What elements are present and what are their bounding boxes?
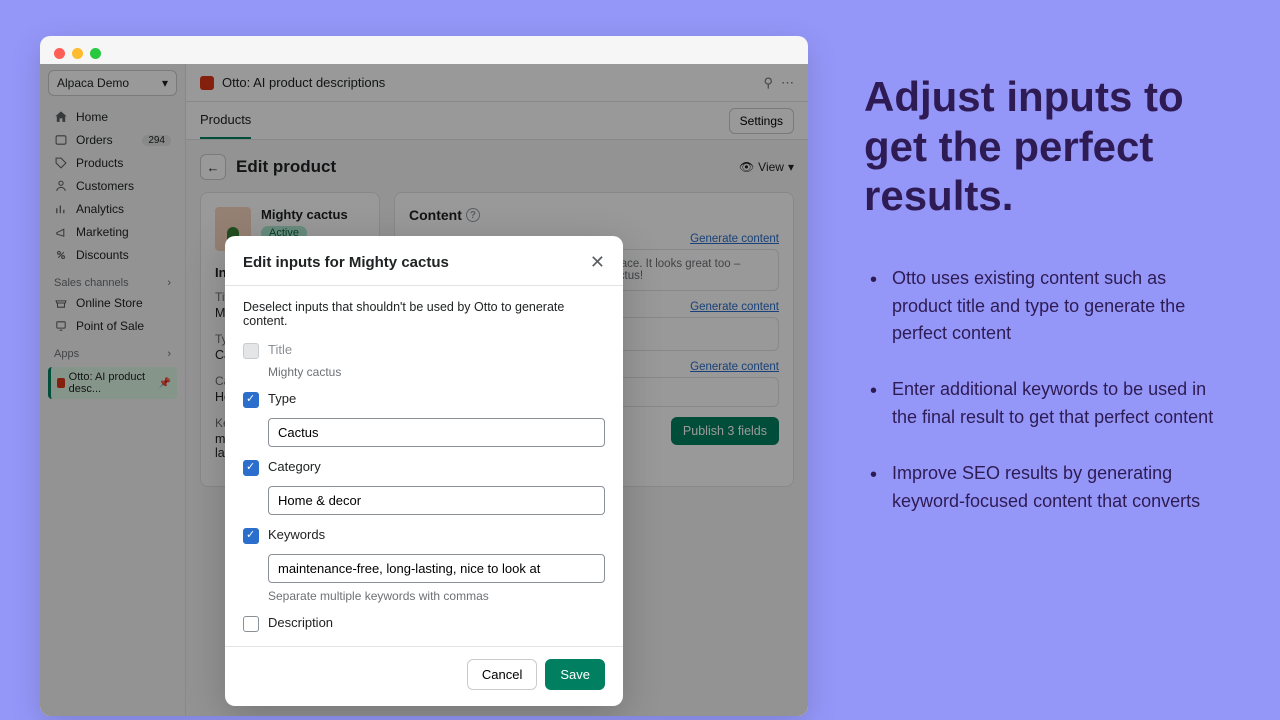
type-checkbox[interactable] [243,392,259,408]
category-checkbox[interactable] [243,460,259,476]
close-window-icon[interactable] [54,48,65,59]
description-check-label: Description [268,615,605,630]
promo-bullet: Otto uses existing content such as produ… [864,265,1230,349]
minimize-window-icon[interactable] [72,48,83,59]
keywords-checkbox[interactable] [243,528,259,544]
close-icon[interactable]: ✕ [590,252,605,273]
keywords-check-label: Keywords [268,527,605,542]
modal-title: Edit inputs for Mighty cactus [243,254,449,271]
type-input[interactable] [268,418,605,447]
cancel-button[interactable]: Cancel [467,659,537,690]
app-window: Alpaca Demo ▾ Home Orders294 Products Cu… [40,36,808,716]
window-controls [54,48,101,59]
keywords-input[interactable] [268,554,605,583]
description-checkbox[interactable] [243,616,259,632]
category-input[interactable] [268,486,605,515]
modal-subtext: Deselect inputs that shouldn't be used b… [243,300,605,328]
type-check-label: Type [268,391,605,406]
promo-panel: Adjust inputs to get the perfect results… [808,0,1280,720]
keywords-help: Separate multiple keywords with commas [268,589,605,603]
edit-inputs-modal: Edit inputs for Mighty cactus ✕ Deselect… [225,236,623,706]
title-check-label: Title [268,342,605,357]
maximize-window-icon[interactable] [90,48,101,59]
save-button[interactable]: Save [545,659,605,690]
title-checkbox [243,343,259,359]
title-sub: Mighty cactus [268,365,605,379]
promo-heading: Adjust inputs to get the perfect results… [864,72,1230,221]
promo-bullet: Enter additional keywords to be used in … [864,376,1230,432]
category-check-label: Category [268,459,605,474]
promo-bullet: Improve SEO results by generating keywor… [864,460,1230,516]
